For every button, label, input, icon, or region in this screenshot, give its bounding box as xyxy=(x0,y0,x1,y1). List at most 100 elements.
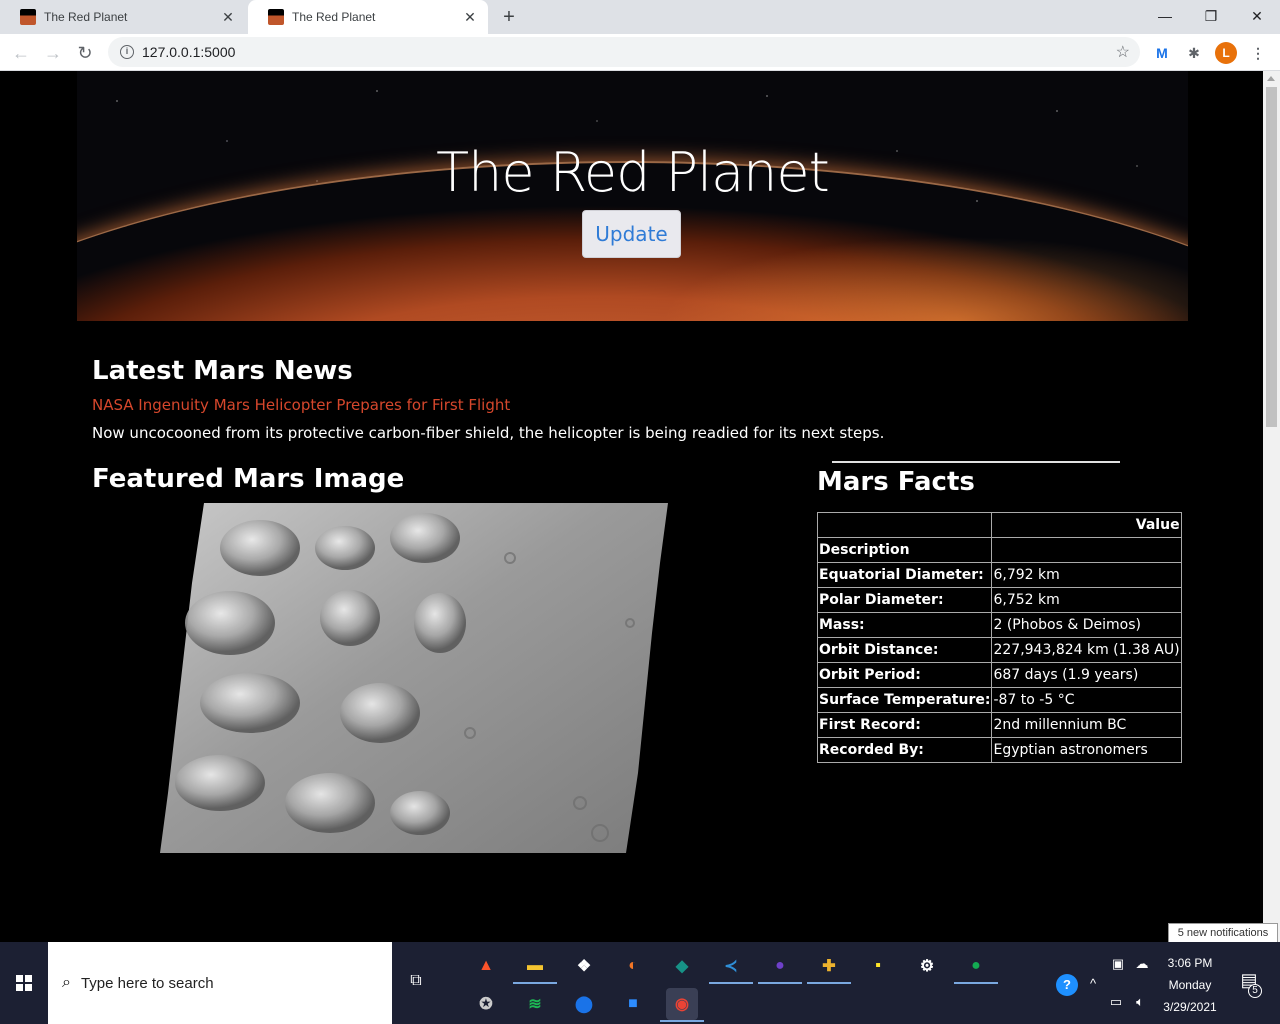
forward-arrow-icon[interactable]: → xyxy=(40,40,66,66)
extensions-puzzle-icon[interactable]: ✱ xyxy=(1183,42,1205,64)
fact-value: 227,943,824 km (1.38 AU) xyxy=(991,637,1182,663)
url-text[interactable]: 127.0.0.1:5000 xyxy=(142,44,1116,60)
fact-value: Egyptian astronomers xyxy=(991,737,1182,763)
mars-facts-table: Value Description Equatorial Diameter: 6,… xyxy=(816,512,1182,763)
page-scrollbar[interactable] xyxy=(1263,71,1280,942)
chrome-icon[interactable]: ◉ xyxy=(666,988,698,1020)
network-icon[interactable]: ▭ xyxy=(1108,994,1124,1010)
clock-time: 3:06 PM xyxy=(1167,956,1213,970)
file-explorer-icon[interactable]: ▬ xyxy=(519,950,551,982)
browser-tab-active[interactable]: The Red Planet ✕ xyxy=(248,0,488,34)
browser-tab[interactable]: The Red Planet ✕ xyxy=(0,0,246,34)
mongodb-compass-icon[interactable]: ● xyxy=(960,950,992,982)
mars-favicon-icon xyxy=(20,9,36,25)
news-heading: Latest Mars News xyxy=(92,356,353,386)
hero-banner: The Red Planet Update xyxy=(77,71,1188,321)
featured-image-heading: Featured Mars Image xyxy=(92,464,405,494)
table-row: Orbit Period: 687 days (1.9 years) xyxy=(816,662,1182,688)
fact-label: Recorded By: xyxy=(816,737,993,763)
sticky-notes-icon[interactable]: ▪ xyxy=(862,950,894,982)
running-app-indicator xyxy=(954,982,998,984)
news-section: Latest Mars News NASA Ingenuity Mars Hel… xyxy=(92,356,1092,442)
close-window-button[interactable]: ✕ xyxy=(1242,4,1272,28)
running-app-indicator xyxy=(660,1020,704,1022)
table-row: Surface Temperature: -87 to -5 °C xyxy=(816,687,1182,713)
settings-icon[interactable]: ⚙ xyxy=(911,950,943,982)
restore-button[interactable]: ❐ xyxy=(1196,4,1226,28)
slack-icon[interactable]: ✚ xyxy=(813,950,845,982)
update-button[interactable]: Update xyxy=(582,210,681,258)
extension-m-icon[interactable]: M xyxy=(1151,42,1173,64)
help-icon[interactable]: ? xyxy=(1056,974,1078,996)
volume-icon[interactable]: 🔈︎ xyxy=(1130,994,1150,1010)
tab-strip: The Red Planet ✕ The Red Planet ✕ + — ❐ … xyxy=(0,0,1280,34)
running-app-indicator xyxy=(758,982,802,984)
vscode-icon[interactable]: ≺ xyxy=(715,950,747,982)
scroll-up-icon[interactable] xyxy=(1267,76,1275,81)
table-row: Recorded By: Egyptian astronomers xyxy=(816,737,1182,763)
news-title-link[interactable]: NASA Ingenuity Mars Helicopter Prepares … xyxy=(92,396,1092,414)
tab-title: The Red Planet xyxy=(44,10,128,24)
gitkraken-icon[interactable]: ◆ xyxy=(666,950,698,982)
fact-label: Orbit Distance: xyxy=(816,637,993,663)
meet-now-icon[interactable]: ▣ xyxy=(1110,956,1126,972)
taskbar-search-box[interactable]: ⌕ Type here to search xyxy=(48,942,392,1024)
profile-avatar[interactable]: L xyxy=(1215,42,1237,64)
scrollbar-thumb[interactable] xyxy=(1266,87,1277,427)
fact-label: Equatorial Diameter: xyxy=(816,562,993,588)
new-tab-button[interactable]: + xyxy=(498,6,520,28)
table-index-row: Description xyxy=(816,537,1182,563)
clock-date: 3/29/2021 xyxy=(1163,1000,1217,1014)
yelp-icon[interactable]: ✪ xyxy=(470,988,502,1020)
fact-label: Polar Diameter: xyxy=(816,587,993,613)
tab-title: The Red Planet xyxy=(292,10,376,24)
reload-icon[interactable]: ↻ xyxy=(72,40,98,66)
chevron-up-icon[interactable]: ^ xyxy=(1086,976,1100,991)
back-arrow-icon[interactable]: ← xyxy=(8,40,34,66)
close-tab-icon[interactable]: ✕ xyxy=(460,7,480,27)
dropbox-icon[interactable]: ❖ xyxy=(568,950,600,982)
bookmark-star-icon[interactable]: ☆ xyxy=(1116,42,1130,62)
menu-kebab-icon[interactable]: ⋮ xyxy=(1247,42,1269,64)
site-info-icon[interactable]: i xyxy=(120,45,134,59)
github-desktop-icon[interactable]: ● xyxy=(764,950,796,982)
running-app-indicator xyxy=(513,982,557,984)
maps-icon[interactable]: ⬤ xyxy=(568,988,600,1020)
fact-label: Surface Temperature: xyxy=(816,687,993,713)
action-center-icon[interactable]: ▤ 5 xyxy=(1236,970,1262,998)
windows-logo-icon xyxy=(16,975,32,991)
browser-toolbar: ← → ↻ i 127.0.0.1:5000 ☆ M ✱ L ⋮ xyxy=(0,34,1280,71)
onedrive-icon[interactable]: ☁ xyxy=(1132,956,1152,972)
page-viewport: The Red Planet Update Latest Mars News N… xyxy=(0,71,1263,942)
mars-favicon-icon xyxy=(268,9,284,25)
running-app-indicator xyxy=(807,982,851,984)
fact-value: 2nd millennium BC xyxy=(991,712,1182,738)
page-title: The Red Planet xyxy=(436,141,830,204)
news-teaser: Now uncocooned from its protective carbo… xyxy=(92,424,885,442)
notification-toast[interactable]: 5 new notifications xyxy=(1168,923,1278,943)
minimize-button[interactable]: — xyxy=(1150,4,1180,28)
zoom-icon[interactable]: ■ xyxy=(617,988,649,1020)
table-header-blank xyxy=(816,512,993,538)
table-row: Polar Diameter: 6,752 km xyxy=(816,587,1182,613)
running-app-indicator xyxy=(709,982,753,984)
start-button[interactable] xyxy=(0,942,48,1024)
fact-label: First Record: xyxy=(816,712,993,738)
close-tab-icon[interactable]: ✕ xyxy=(218,7,238,27)
fact-label: Mass: xyxy=(816,612,993,638)
search-icon: ⌕ xyxy=(62,974,71,991)
taskbar: ⌕ Type here to search ⧉ ▲ ▬ ❖ ◐ ◆ ≺ ● ✚ ▪ ⚙ ● ✪ ≋ ⬤ ■ ◉… xyxy=(0,942,1280,1024)
table-header-row: Value xyxy=(816,512,1182,538)
address-bar[interactable]: i 127.0.0.1:5000 ☆ xyxy=(108,37,1140,67)
notification-count-badge: 5 xyxy=(1248,984,1262,998)
table-row: First Record: 2nd millennium BC xyxy=(816,712,1182,738)
fact-value: 6,792 km xyxy=(991,562,1182,588)
fact-value: 6,752 km xyxy=(991,587,1182,613)
spotify-icon[interactable]: ≋ xyxy=(519,988,551,1020)
brave-icon[interactable]: ▲ xyxy=(470,950,502,982)
table-row: Equatorial Diameter: 6,792 km xyxy=(816,562,1182,588)
task-view-icon[interactable]: ⧉ xyxy=(404,972,428,996)
taskbar-clock[interactable]: 3:06 PM Monday 3/29/2021 xyxy=(1160,952,1220,1018)
jupyter-icon[interactable]: ◐ xyxy=(617,950,649,982)
fact-value: -87 to -5 °C xyxy=(991,687,1182,713)
